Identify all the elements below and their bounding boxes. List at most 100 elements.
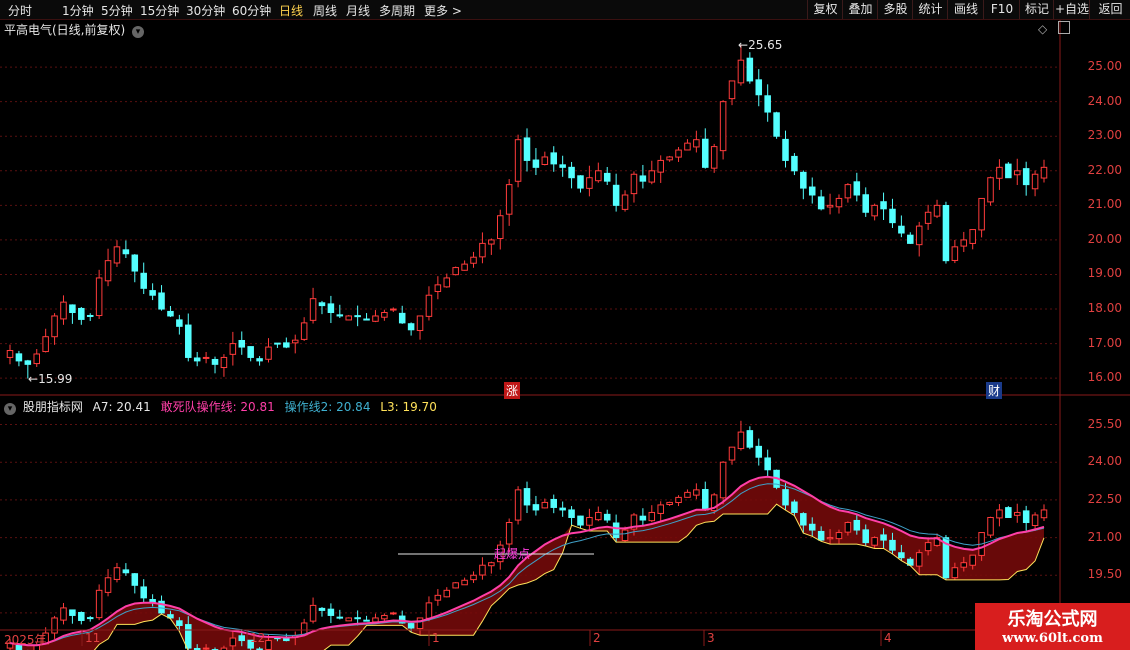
candle-body bbox=[398, 312, 406, 324]
low-value: 15.99 bbox=[38, 372, 73, 386]
candle-body bbox=[817, 530, 825, 541]
candle-body bbox=[434, 594, 442, 601]
candle-body bbox=[728, 80, 736, 100]
candle-body bbox=[782, 138, 789, 161]
candle-body bbox=[390, 308, 397, 311]
candle-body bbox=[800, 513, 807, 526]
candle-body bbox=[78, 611, 85, 621]
candle-body bbox=[336, 616, 344, 619]
candle-body bbox=[113, 246, 121, 264]
panel-toggle-icon[interactable] bbox=[1058, 21, 1070, 34]
candle-body bbox=[131, 573, 139, 586]
candle-body bbox=[889, 539, 896, 551]
candle-body bbox=[898, 225, 905, 234]
candle-body bbox=[345, 315, 352, 321]
candle-body bbox=[969, 554, 976, 566]
candle-body bbox=[15, 353, 23, 362]
event-marker-zhang[interactable]: 涨 bbox=[504, 382, 521, 399]
candle-body bbox=[586, 516, 593, 526]
y-tick: 21.00 bbox=[1087, 529, 1122, 544]
candle-body bbox=[505, 522, 513, 545]
y-tick: 24.00 bbox=[1087, 454, 1122, 469]
candle-body bbox=[532, 159, 540, 168]
candle-body bbox=[470, 574, 477, 581]
settings-chevron-icon[interactable]: ▾ bbox=[4, 403, 16, 415]
candle-body bbox=[69, 304, 76, 314]
candle-body bbox=[764, 457, 771, 471]
event-marker-cai[interactable]: 财 bbox=[986, 382, 1003, 399]
candle-body bbox=[550, 498, 558, 508]
x-tick: 11 bbox=[85, 631, 101, 645]
candle-body bbox=[684, 491, 691, 498]
stock-title-text: 平高电气(日线,前复权) bbox=[4, 23, 126, 37]
candle-body bbox=[933, 204, 941, 217]
x-tick: 4 bbox=[884, 631, 892, 645]
candle-body bbox=[407, 623, 415, 629]
y-tick: 22.00 bbox=[1087, 162, 1122, 177]
candle-body bbox=[648, 511, 656, 522]
candle-body bbox=[185, 624, 192, 649]
candle-body bbox=[256, 358, 263, 362]
candle-body bbox=[381, 312, 388, 318]
candle-body bbox=[479, 242, 486, 258]
candle-body bbox=[443, 277, 451, 288]
candle-body bbox=[247, 346, 254, 358]
candle-body bbox=[648, 170, 656, 183]
candle-body bbox=[844, 184, 852, 199]
watermark: 乐淘公式网 www.60lt.com bbox=[975, 603, 1130, 650]
candle-body bbox=[220, 356, 228, 369]
candle-body bbox=[808, 523, 816, 531]
candle-body bbox=[791, 501, 798, 513]
candle-body bbox=[978, 197, 985, 231]
candle-body bbox=[523, 137, 531, 161]
candle-body bbox=[853, 181, 861, 196]
candle-body bbox=[60, 301, 67, 320]
y-tick: 22.50 bbox=[1087, 491, 1122, 506]
candle-body bbox=[514, 489, 522, 521]
l3-label: L3: 19.70 bbox=[380, 400, 437, 414]
candle-body bbox=[728, 446, 736, 461]
candle-body bbox=[684, 142, 691, 151]
y-tick: 25.50 bbox=[1087, 416, 1122, 431]
candle-body bbox=[86, 617, 94, 620]
candle-body bbox=[496, 215, 504, 240]
candle-body bbox=[354, 315, 361, 318]
candle-body bbox=[140, 272, 147, 289]
candle-body bbox=[577, 515, 584, 526]
high-label: ←25.65 bbox=[738, 38, 783, 52]
candle-body bbox=[229, 343, 237, 355]
candle-body bbox=[791, 155, 798, 172]
candle-body bbox=[595, 170, 602, 182]
candle-body bbox=[826, 537, 834, 540]
low-label: ←15.99 bbox=[28, 372, 73, 386]
candle-body bbox=[710, 146, 718, 169]
candle-body bbox=[140, 586, 147, 599]
candle-body bbox=[425, 602, 433, 619]
candle-body bbox=[568, 509, 575, 518]
candle-body bbox=[185, 324, 192, 358]
candle-body bbox=[300, 322, 308, 340]
indicator-name[interactable]: 股朋指标网 bbox=[23, 400, 83, 414]
y-tick: 24.00 bbox=[1087, 93, 1122, 108]
candle-body bbox=[1031, 514, 1039, 527]
y-tick: 20.00 bbox=[1087, 231, 1122, 246]
candle-body bbox=[452, 267, 459, 276]
candle-body bbox=[630, 173, 638, 195]
y-tick: 17.00 bbox=[1087, 335, 1122, 350]
candle-body bbox=[693, 489, 700, 496]
chevron-down-icon[interactable]: ▾ bbox=[132, 26, 145, 38]
kline-chart[interactable] bbox=[0, 0, 1130, 650]
candle-body bbox=[764, 95, 771, 113]
candle-body bbox=[1040, 166, 1048, 179]
candle-body bbox=[719, 101, 727, 152]
candle-body bbox=[452, 582, 459, 589]
candle-body bbox=[942, 205, 950, 262]
candle-body bbox=[924, 542, 932, 552]
diamond-icon[interactable]: ◇ bbox=[1038, 22, 1047, 36]
candle-body bbox=[318, 607, 326, 611]
y-tick: 19.50 bbox=[1087, 567, 1122, 582]
candle-body bbox=[131, 254, 139, 272]
candle-body bbox=[149, 290, 156, 296]
stock-title[interactable]: 平高电气(日线,前复权) ▾ bbox=[4, 21, 145, 38]
candle-body bbox=[746, 57, 754, 82]
